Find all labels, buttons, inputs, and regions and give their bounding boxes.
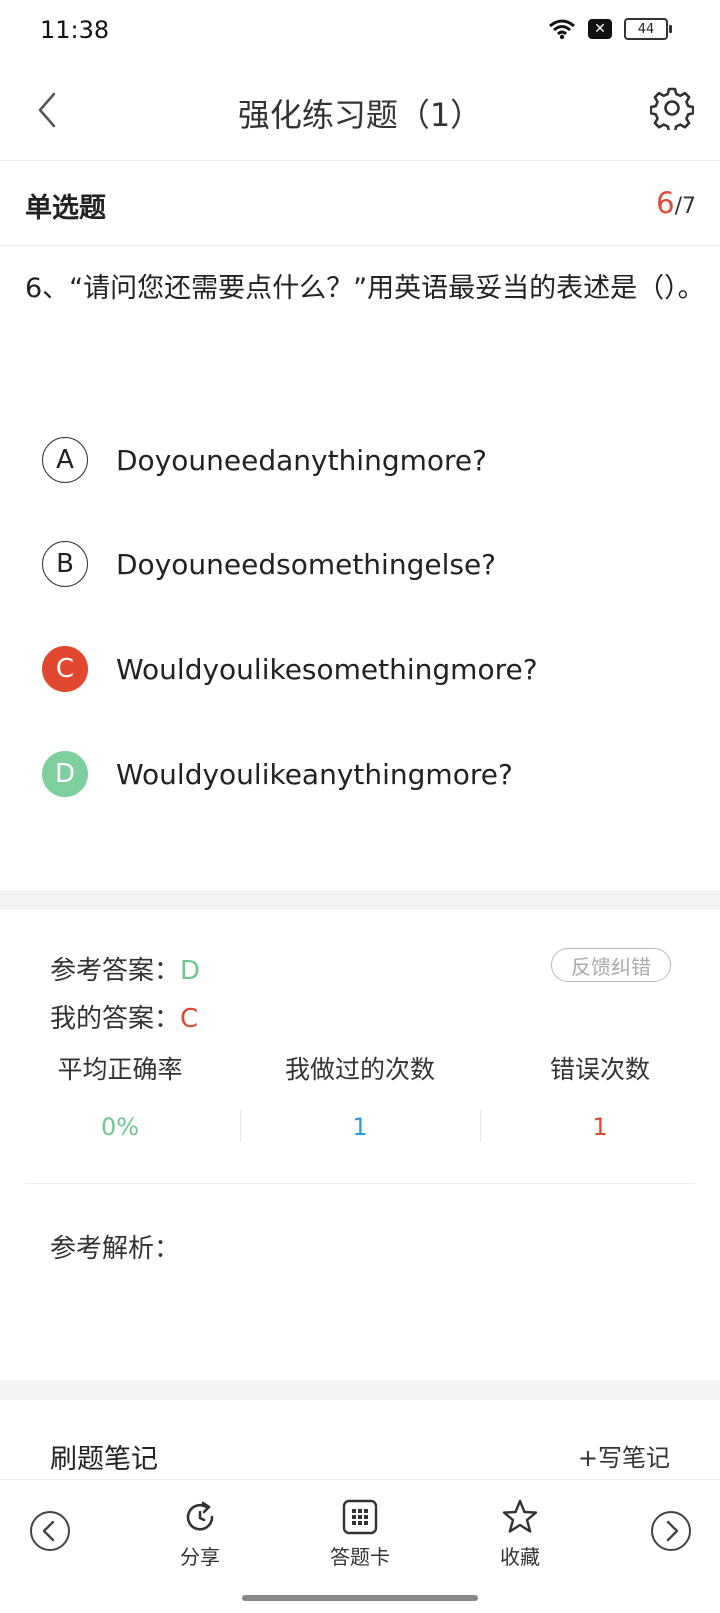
option-text: Wouldyoulikesomethingmore?	[116, 652, 538, 686]
option-letter: A	[42, 437, 88, 483]
reference-answer: 参考答案：D	[50, 950, 200, 987]
favorite-button[interactable]: 收藏	[480, 1498, 560, 1570]
reference-answer-label: 参考答案：	[50, 956, 181, 986]
prev-arrow-icon[interactable]	[29, 1510, 71, 1552]
my-answer-label: 我的答案：	[50, 1004, 181, 1034]
progress-total: /7	[674, 194, 696, 219]
battery-icon: 44	[624, 18, 672, 40]
favorite-label: 收藏	[500, 1545, 540, 1569]
my-answer-value: C	[180, 1004, 199, 1034]
question-type: 单选题	[25, 193, 106, 224]
notification-x-icon: ✕	[588, 19, 612, 39]
status-time: 11:38	[40, 16, 110, 44]
share-button[interactable]: 分享	[160, 1498, 240, 1570]
option-b[interactable]: B Doyouneedsomethingelse?	[42, 541, 496, 587]
battery-level: 44	[637, 21, 655, 37]
option-letter: C	[42, 646, 88, 692]
status-icons: ✕ 44	[548, 18, 672, 40]
question-progress: 6/7	[656, 186, 696, 220]
notes-title: 刷题笔记	[50, 1444, 158, 1475]
feedback-button[interactable]: 反馈纠错	[551, 948, 671, 982]
answer-card-button[interactable]: 答题卡	[310, 1498, 410, 1570]
option-c[interactable]: C Wouldyoulikesomethingmore?	[42, 646, 538, 692]
option-letter: B	[42, 541, 88, 587]
option-text: Doyouneedsomethingelse?	[116, 547, 497, 581]
divider-line	[25, 1183, 695, 1184]
option-a[interactable]: A Doyouneedanythingmore?	[42, 437, 487, 483]
option-text: Doyouneedanythingmore?	[116, 443, 487, 477]
stat-value-attempts: 1	[352, 1113, 368, 1141]
section-divider	[0, 890, 720, 910]
section-divider	[0, 1380, 720, 1400]
option-d[interactable]: D Wouldyoulikeanythingmore?	[42, 751, 513, 797]
star-icon	[502, 1499, 538, 1533]
stat-header-errors: 错误次数	[549, 1055, 650, 1084]
stat-header-attempts: 我做过的次数	[284, 1055, 435, 1084]
write-note-button[interactable]: +写笔记	[578, 1438, 670, 1473]
gear-icon[interactable]	[650, 86, 694, 130]
stat-header-accuracy: 平均正确率	[57, 1055, 183, 1084]
wifi-icon	[549, 19, 575, 40]
stat-value-errors: 1	[592, 1113, 608, 1141]
grid-icon	[342, 1499, 378, 1535]
stat-divider	[480, 1110, 481, 1142]
my-answer: 我的答案：C	[50, 998, 198, 1035]
option-letter: D	[42, 751, 88, 797]
option-text: Wouldyoulikeanythingmore?	[116, 757, 513, 791]
progress-current: 6	[656, 186, 675, 220]
question-meta-bar	[0, 161, 720, 246]
answer-card-label: 答题卡	[330, 1545, 390, 1569]
page-title: 强化练习题（1）	[237, 96, 483, 134]
share-label: 分享	[180, 1545, 220, 1569]
stat-divider	[240, 1110, 241, 1142]
question-text: 6、“请问您还需要点什么？”用英语最妥当的表述是（）。	[25, 273, 705, 304]
analysis-label: 参考解析：	[50, 1234, 181, 1264]
reference-answer-value: D	[180, 956, 201, 986]
next-arrow-icon[interactable]	[650, 1510, 692, 1552]
share-icon	[186, 1501, 214, 1531]
stat-value-accuracy: 0%	[100, 1113, 140, 1141]
home-indicator[interactable]	[242, 1595, 478, 1601]
